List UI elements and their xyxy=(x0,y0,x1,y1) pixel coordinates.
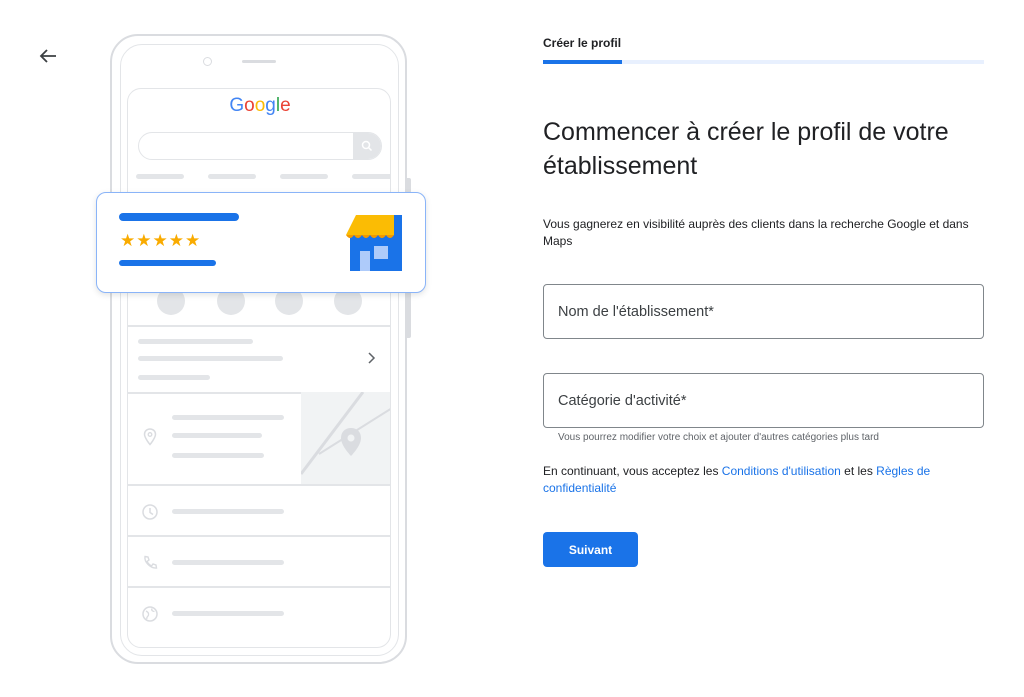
arrow-back-icon xyxy=(39,49,56,63)
call-icon xyxy=(141,554,159,577)
next-button[interactable]: Suivant xyxy=(543,532,638,567)
tab-line xyxy=(208,174,256,179)
consent-prefix: En continuant, vous acceptez les xyxy=(543,464,722,478)
rating-stars: ★★★★★ xyxy=(120,231,202,250)
text-line xyxy=(172,453,264,458)
text-line xyxy=(172,509,284,514)
tab-line xyxy=(352,174,390,179)
card-subtitle-bar xyxy=(119,260,216,266)
text-line xyxy=(138,339,253,344)
tab-line xyxy=(136,174,184,179)
illustration-search-bar xyxy=(138,132,382,160)
card-title-bar xyxy=(119,213,239,221)
clock-icon xyxy=(141,503,159,526)
divider xyxy=(128,586,390,588)
text-line xyxy=(172,611,284,616)
phone-speaker xyxy=(242,60,276,63)
phone-camera xyxy=(203,57,212,66)
page-title: Commencer à créer le profil de votre éta… xyxy=(543,118,949,180)
divider xyxy=(128,484,390,486)
google-logo: Google xyxy=(229,95,291,116)
text-line xyxy=(172,433,262,438)
location-pin-icon xyxy=(143,428,157,451)
category-hint: Vous pourrez modifier votre choix et ajo… xyxy=(558,432,879,443)
terms-link[interactable]: Conditions d'utilisation xyxy=(722,464,841,478)
back-button[interactable] xyxy=(36,44,60,68)
business-name-input[interactable] xyxy=(543,284,984,339)
tab-line xyxy=(280,174,328,179)
page-description: Vous gagnerez en visibilité auprès des c… xyxy=(543,217,969,248)
search-icon xyxy=(353,133,381,159)
chevron-right-icon xyxy=(366,351,376,370)
phone-screen: Google xyxy=(127,88,391,648)
website-globe-icon xyxy=(141,605,159,628)
divider xyxy=(128,535,390,537)
storefront-icon xyxy=(344,213,404,278)
step-label: Créer le profil xyxy=(543,36,622,50)
business-category-input[interactable] xyxy=(543,373,984,428)
text-line xyxy=(138,375,210,380)
progress-fill xyxy=(543,60,623,64)
text-line xyxy=(138,356,283,361)
text-line xyxy=(172,415,284,420)
business-card-illustration: ★★★★★ xyxy=(96,192,426,293)
consent-middle: et les xyxy=(840,464,877,478)
map-thumbnail xyxy=(301,392,390,484)
text-line xyxy=(172,560,284,565)
consent-text: En continuant, vous acceptez les Conditi… xyxy=(543,463,988,497)
divider xyxy=(128,325,390,327)
